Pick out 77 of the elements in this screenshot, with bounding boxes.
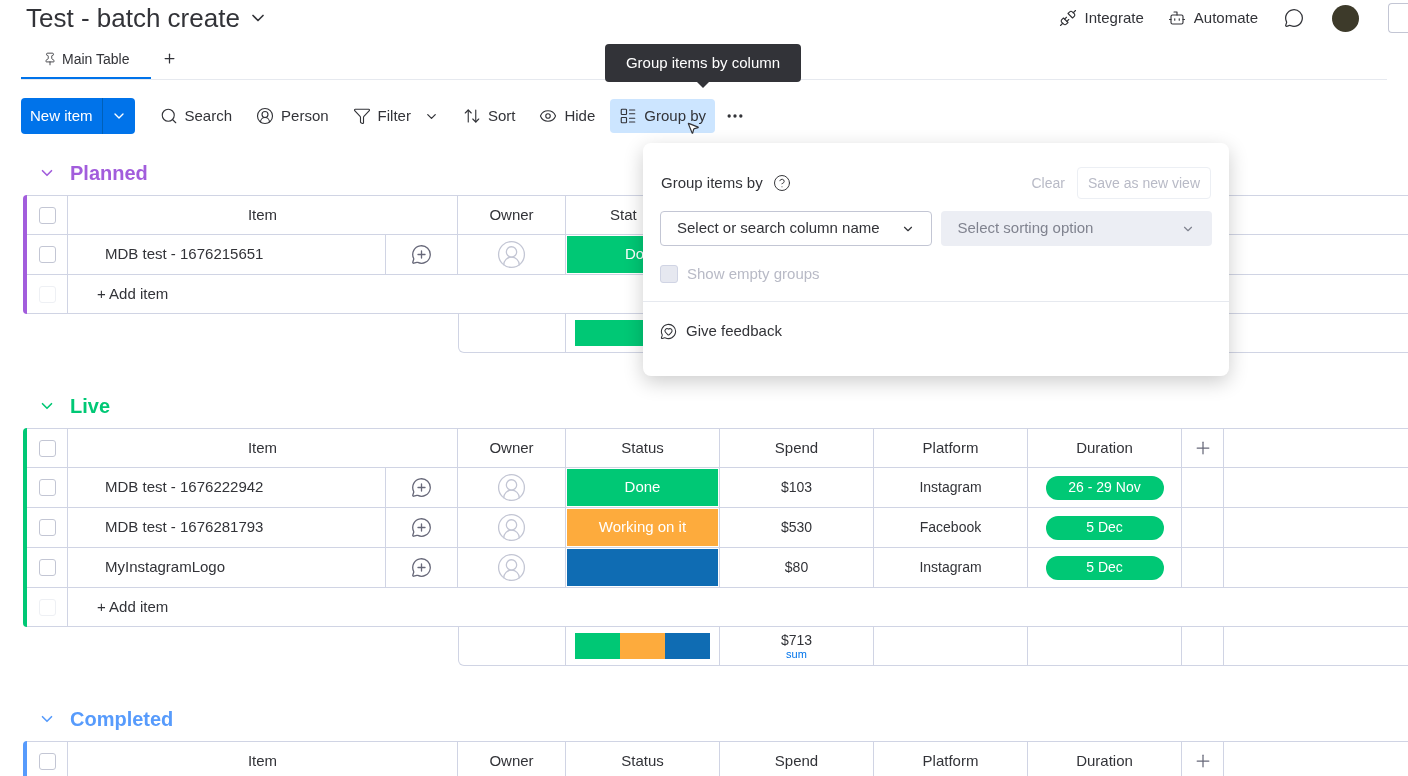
person-icon — [256, 107, 275, 125]
add-update-icon[interactable] — [411, 477, 432, 498]
view-tab[interactable]: Main Table — [21, 41, 152, 79]
spend-value: $530 — [780, 518, 813, 537]
add-item-button[interactable]: + Add item — [97, 595, 169, 619]
toolbar-button[interactable]: Person — [247, 99, 338, 133]
sort-icon — [462, 107, 481, 125]
row-checkbox[interactable] — [38, 519, 56, 536]
column-select[interactable]: Select or search column name — [660, 211, 932, 246]
platform-value: Instagram — [919, 478, 982, 497]
list-icon — [619, 107, 638, 125]
add-item-button[interactable]: + Add item — [97, 282, 169, 306]
row-checkbox[interactable] — [38, 479, 56, 496]
new-item-button[interactable]: New item — [21, 98, 135, 134]
owner-avatar-icon[interactable] — [496, 512, 527, 543]
row-checkbox[interactable] — [38, 752, 56, 770]
feedback-button[interactable]: Give feedback — [643, 302, 1229, 360]
search-icon — [159, 107, 178, 125]
filter-icon — [352, 107, 371, 125]
header-action-button[interactable]: Automate — [1157, 2, 1268, 34]
row-checkbox[interactable] — [38, 246, 56, 263]
add-update-icon[interactable] — [411, 244, 432, 265]
column-header: Status — [621, 750, 664, 771]
add-update-icon[interactable] — [411, 557, 432, 578]
user-avatar[interactable] — [1332, 4, 1359, 32]
header-action-button[interactable]: Integrate — [1048, 2, 1154, 34]
item-name[interactable]: MyInstagramLogo — [105, 556, 226, 579]
row-checkbox[interactable] — [38, 559, 56, 576]
item-name[interactable]: MDB test - 1676222942 — [105, 476, 264, 499]
spend-value: $80 — [784, 558, 809, 577]
owner-avatar-icon[interactable] — [496, 239, 527, 270]
toolbar-button[interactable]: Search — [150, 99, 242, 133]
column-header: Platform — [922, 750, 979, 771]
board-title: Test - batch create — [26, 1, 240, 35]
toolbar-button[interactable]: Sort — [453, 99, 525, 133]
column-header: Status — [621, 437, 664, 458]
item-name[interactable]: MDB test - 1676215651 — [105, 243, 264, 266]
column-header: Spend — [774, 750, 819, 771]
column-header: Spend — [774, 437, 819, 458]
column-header: Owner — [489, 750, 534, 771]
column-header: Owner — [489, 437, 534, 458]
column-header: Item — [247, 437, 278, 458]
edge-button[interactable] — [1388, 3, 1408, 33]
spend-total: $713 — [780, 632, 813, 647]
owner-avatar-icon[interactable] — [496, 472, 527, 503]
sum-label: sum — [786, 648, 807, 660]
row-checkbox[interactable] — [38, 206, 56, 224]
add-view-icon[interactable] — [162, 51, 178, 66]
item-name[interactable]: MDB test - 1676281793 — [105, 516, 264, 539]
column-header: Item — [247, 204, 278, 225]
chat-icon[interactable] — [1284, 8, 1304, 28]
column-header: Platform — [922, 437, 979, 458]
toolbar-button[interactable]: Group by — [610, 99, 715, 133]
plug-icon — [1058, 9, 1077, 27]
popover-title: Group items by — [661, 172, 763, 193]
platform-value: Instagram — [919, 558, 982, 577]
eye-icon — [539, 107, 558, 125]
toolbar-button[interactable]: Filter — [343, 99, 448, 133]
pin-icon — [43, 52, 57, 66]
column-header: Duration — [1076, 437, 1133, 458]
group-title: Completed — [70, 707, 174, 732]
tooltip: Group items by column — [605, 44, 801, 88]
column-header: Item — [247, 750, 278, 771]
robot-icon — [1167, 9, 1186, 27]
group-title: Live — [70, 394, 111, 419]
heart-bubble-icon — [660, 322, 677, 340]
column-header: Stat — [610, 204, 637, 225]
row-checkbox[interactable] — [38, 439, 56, 457]
help-icon[interactable] — [772, 174, 791, 192]
platform-value: Facebook — [919, 518, 982, 537]
column-header: Owner — [489, 204, 534, 225]
spend-value: $103 — [780, 478, 813, 497]
toolbar-button[interactable]: Hide — [530, 99, 605, 133]
owner-avatar-icon[interactable] — [496, 552, 527, 583]
add-update-icon[interactable] — [411, 517, 432, 538]
group-title: Planned — [70, 161, 148, 186]
column-header: Duration — [1076, 750, 1133, 771]
